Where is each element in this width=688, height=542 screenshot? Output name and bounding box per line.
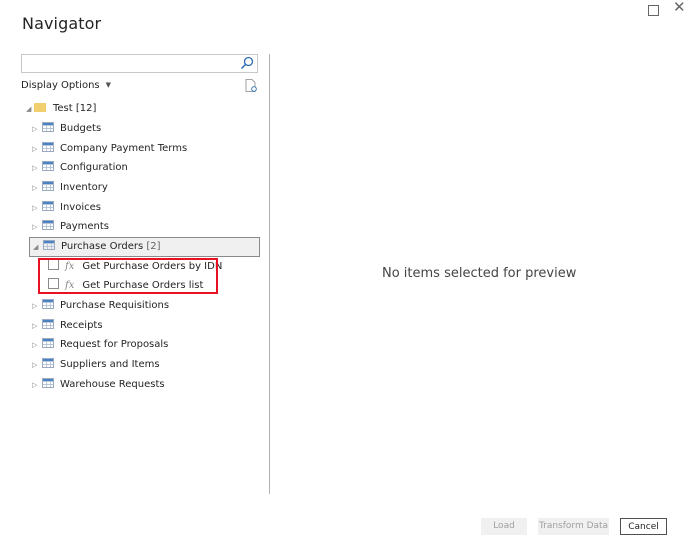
tree-item-receipts[interactable]: ▷ Receipts xyxy=(32,317,103,335)
search-input[interactable] xyxy=(21,54,258,73)
cancel-button[interactable]: Cancel xyxy=(620,518,667,535)
tree-item-request-for-proposals[interactable]: ▷ Request for Proposals xyxy=(32,336,168,354)
tree-item-label: Inventory xyxy=(60,182,108,193)
tree-item-count: [2] xyxy=(146,241,161,252)
table-icon xyxy=(42,378,54,388)
tree-item-label: Invoices xyxy=(60,202,101,213)
table-icon xyxy=(42,161,54,171)
pane-divider[interactable] xyxy=(269,54,270,494)
preview-empty-message: No items selected for preview xyxy=(382,266,577,281)
page-title: Navigator xyxy=(22,14,102,33)
tree-item-label: Request for Proposals xyxy=(60,339,169,350)
expand-icon[interactable]: ▷ xyxy=(32,376,40,394)
close-icon[interactable]: ✕ xyxy=(673,0,686,15)
tree-item-label: Budgets xyxy=(60,123,102,134)
tree-item-label: Purchase Orders xyxy=(61,241,144,252)
folder-icon xyxy=(34,103,46,112)
tree-item-label: Company Payment Terms xyxy=(60,143,188,154)
table-icon xyxy=(42,181,54,191)
expand-icon[interactable]: ▷ xyxy=(32,199,40,217)
search-icon[interactable] xyxy=(240,56,254,70)
expand-icon[interactable]: ▷ xyxy=(32,179,40,197)
tree-item-label: Receipts xyxy=(60,320,103,331)
tree-item-label: Warehouse Requests xyxy=(60,379,165,390)
tree-item-company-payment-terms[interactable]: ▷ Company Payment Terms xyxy=(32,140,187,158)
load-button[interactable]: Load xyxy=(481,518,527,535)
expand-icon[interactable]: ▷ xyxy=(32,317,40,335)
expand-icon[interactable]: ▷ xyxy=(32,297,40,315)
tree-item-budgets[interactable]: ▷ Budgets xyxy=(32,120,101,138)
table-icon xyxy=(42,299,54,309)
expand-icon[interactable]: ▷ xyxy=(32,218,40,236)
tree-item-purchase-orders[interactable]: ◢ Purchase Orders [2] xyxy=(29,237,260,257)
expand-icon[interactable]: ▷ xyxy=(32,356,40,374)
transform-data-button[interactable]: Transform Data xyxy=(538,518,609,535)
tree-item-configuration[interactable]: ▷ Configuration xyxy=(32,159,128,177)
tree-item-invoices[interactable]: ▷ Invoices xyxy=(32,199,101,217)
table-icon xyxy=(42,319,54,329)
table-icon xyxy=(42,201,54,211)
expand-icon[interactable]: ▷ xyxy=(32,336,40,354)
tree-root-test[interactable]: ◢ Test [12] xyxy=(26,100,96,118)
tree-item-payments[interactable]: ▷ Payments xyxy=(32,218,109,236)
maximize-icon[interactable] xyxy=(648,5,659,16)
display-options-label: Display Options xyxy=(21,80,100,91)
expand-icon[interactable]: ▷ xyxy=(32,159,40,177)
tree-item-inventory[interactable]: ▷ Inventory xyxy=(32,179,108,197)
table-icon xyxy=(42,338,54,348)
table-icon xyxy=(42,220,54,230)
collapse-icon[interactable]: ◢ xyxy=(33,238,41,256)
table-icon xyxy=(42,358,54,368)
table-icon xyxy=(43,240,55,250)
expand-icon[interactable]: ▷ xyxy=(32,120,40,138)
tree-item-label: Purchase Requisitions xyxy=(60,300,170,311)
collapse-icon[interactable]: ◢ xyxy=(26,100,34,118)
expand-icon[interactable]: ▷ xyxy=(32,140,40,158)
tree-item-label: Suppliers and Items xyxy=(60,359,160,370)
refresh-document-icon[interactable] xyxy=(245,79,257,92)
chevron-down-icon: ▼ xyxy=(105,81,112,89)
tree-item-purchase-requisitions[interactable]: ▷ Purchase Requisitions xyxy=(32,297,169,315)
highlight-box xyxy=(38,258,218,294)
tree-item-label: Configuration xyxy=(60,162,128,173)
table-icon xyxy=(42,142,54,152)
tree-item-label: Payments xyxy=(60,221,109,232)
tree-item-suppliers-and-items[interactable]: ▷ Suppliers and Items xyxy=(32,356,160,374)
display-options-dropdown[interactable]: Display Options ▼ xyxy=(21,80,111,91)
tree-root-label: Test [12] xyxy=(53,103,97,114)
table-icon xyxy=(42,122,54,132)
tree-item-warehouse-requests[interactable]: ▷ Warehouse Requests xyxy=(32,376,165,394)
